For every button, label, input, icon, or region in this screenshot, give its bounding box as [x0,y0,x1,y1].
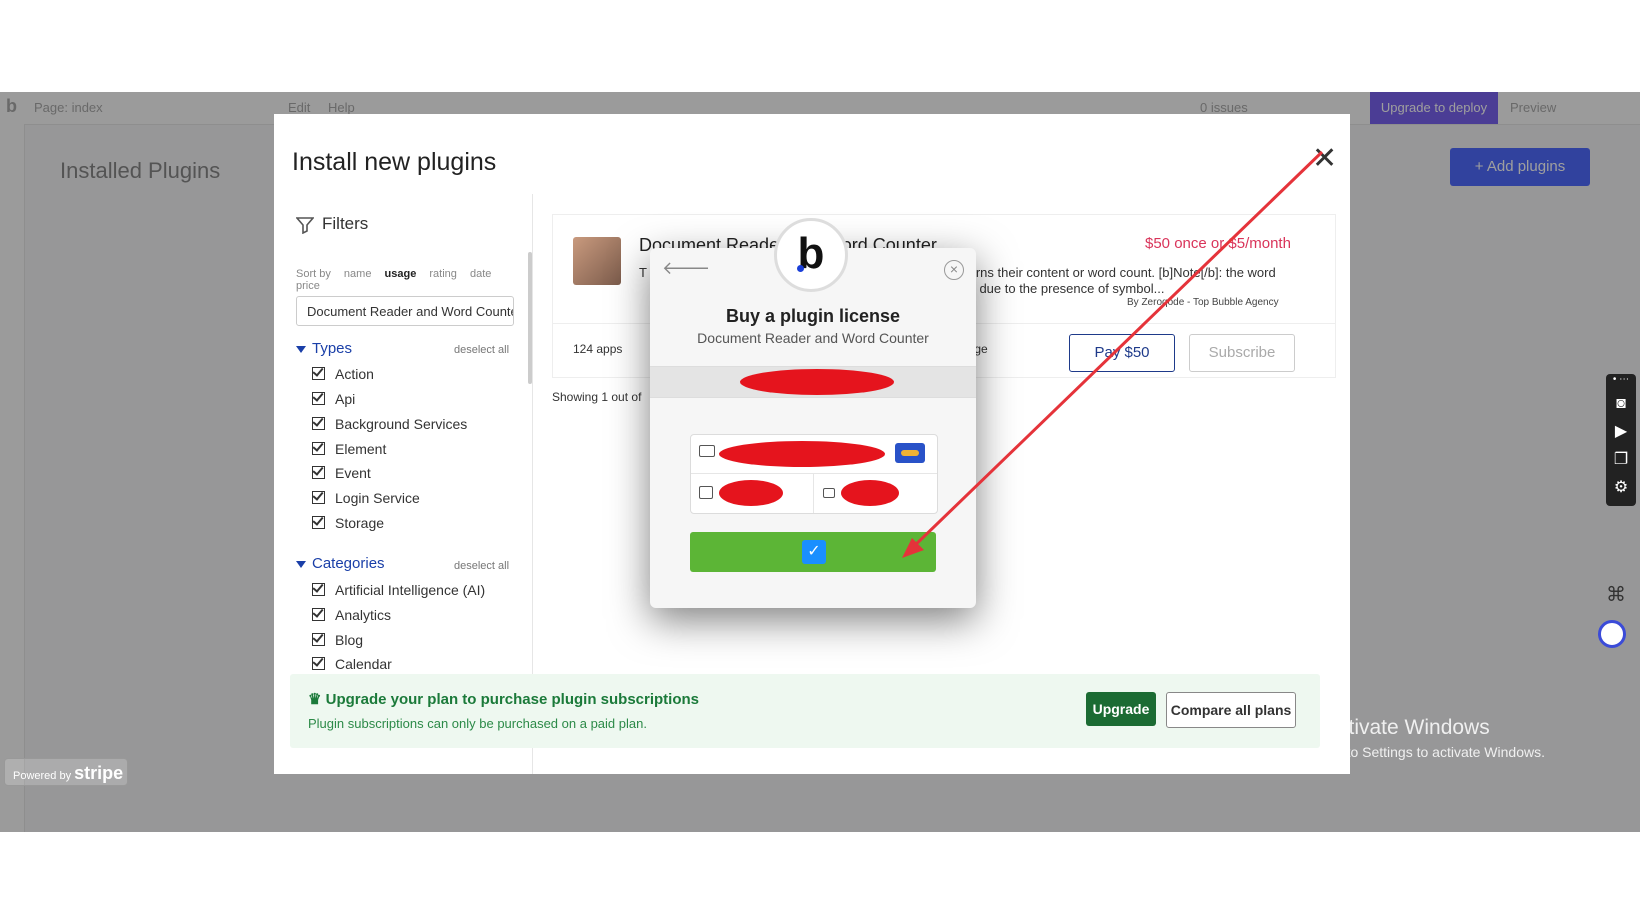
camera-icon[interactable]: ◙ [1606,390,1636,418]
types-deselect-all[interactable]: deselect all [454,344,509,356]
caret-down-icon [296,345,306,353]
checkbox-icon [312,633,325,646]
checkbox-icon [312,491,325,504]
submit-payment-button[interactable]: ✓ [690,532,936,572]
card-number-field[interactable] [691,435,937,474]
sort-price[interactable]: price [296,280,320,292]
redaction-mark [719,480,783,506]
upgrade-subtitle: Plugin subscriptions can only be purchas… [308,716,647,731]
redaction-mark [841,480,899,506]
checkbox-icon [312,392,325,405]
upgrade-button[interactable]: Upgrade [1086,692,1156,726]
stripe-badge[interactable]: Powered by stripe [4,758,128,786]
checkbox-icon [312,608,325,621]
category-ai[interactable]: Artificial Intelligence (AI) [312,582,485,598]
categories-deselect-all[interactable]: deselect all [454,560,509,572]
redaction-mark [740,369,894,395]
category-calendar[interactable]: Calendar [312,656,392,672]
type-background-services[interactable]: Background Services [312,416,467,432]
email-field[interactable] [650,366,976,398]
checkout-modal: 🡐 × Buy a plugin license Document Reader… [650,248,976,608]
close-icon[interactable]: × [944,260,964,280]
window-icon[interactable]: ❐ [1606,446,1636,474]
close-icon[interactable]: ✕ [1312,144,1337,174]
types-heading[interactable]: Types [296,340,352,357]
filter-icon [295,216,315,234]
command-icon[interactable]: ⌘ [1606,582,1626,607]
lock-icon [823,488,835,498]
plugin-thumbnail[interactable] [573,237,621,285]
upgrade-title: ♛ Upgrade your plan to purchase plugin s… [308,691,699,708]
results-count: Showing 1 out of [552,390,642,404]
redaction-mark [719,441,885,467]
checkbox-icon [312,657,325,670]
type-login-service[interactable]: Login Service [312,490,420,506]
calendar-icon [699,486,713,499]
plugin-search-input[interactable]: Document Reader and Word Counter [296,296,514,326]
card-details [690,434,938,514]
checkbox-icon [312,466,325,479]
crown-icon: ♛ [308,691,326,708]
caret-down-icon [296,560,306,568]
modal-title: Buy a plugin license [725,306,901,326]
assistant-icon[interactable] [1598,620,1626,648]
type-api[interactable]: Api [312,391,355,407]
capture-toolbar: • ⋯ ◙ ▶ ❐ ⚙ [1606,374,1636,506]
logo-dot [797,265,804,272]
type-event[interactable]: Event [312,465,371,481]
sidebar-scrollbar[interactable] [528,252,532,384]
category-analytics[interactable]: Analytics [312,607,391,623]
video-icon[interactable]: ▶ [1606,418,1636,446]
sort-by-row: Sort by name usage rating date price [296,268,532,292]
categories-heading[interactable]: Categories [296,555,385,572]
pay-button[interactable]: Pay $50 [1069,334,1175,372]
panel-title: Install new plugins [292,148,497,176]
plugin-price: $50 once or $5/month [1145,235,1291,252]
back-arrow-icon[interactable]: 🡐 [662,258,710,279]
type-storage[interactable]: Storage [312,515,384,531]
type-action[interactable]: Action [312,366,374,382]
checkbox-icon [312,417,325,430]
subscribe-button[interactable]: Subscribe [1189,334,1295,372]
sort-by-label: Sort by [296,268,331,280]
sort-usage[interactable]: usage [385,268,417,280]
modal-subtitle: Document Reader and Word Counter [697,330,929,346]
checkbox-icon [312,583,325,596]
filters-label: Filters [322,214,369,233]
filters-header: Filters [295,214,369,234]
gear-icon[interactable]: ⚙ [1606,474,1636,502]
checkmark-icon: ✓ [802,540,826,564]
apps-count: 124 apps [573,342,623,356]
field-divider [813,474,814,513]
more-icon[interactable]: • ⋯ [1606,374,1636,390]
card-brand-icon [895,443,925,463]
plugin-author[interactable]: By Zeroqode - Top Bubble Agency [1127,297,1279,308]
bubble-logo-badge: b [774,218,848,292]
checkbox-icon [312,367,325,380]
category-blog[interactable]: Blog [312,632,363,648]
credit-card-icon [699,445,715,457]
sort-date[interactable]: date [470,268,491,280]
sort-name[interactable]: name [344,268,372,280]
compare-plans-button[interactable]: Compare all plans [1166,692,1296,728]
upgrade-banner: ♛ Upgrade your plan to purchase plugin s… [290,674,1320,748]
card-expiry-cvc-row [691,474,937,513]
windows-activation-watermark: Activate Windows Go to Settings to activ… [1324,716,1545,760]
checkbox-icon [312,442,325,455]
checkbox-icon [312,516,325,529]
type-element[interactable]: Element [312,441,386,457]
sort-rating[interactable]: rating [429,268,457,280]
